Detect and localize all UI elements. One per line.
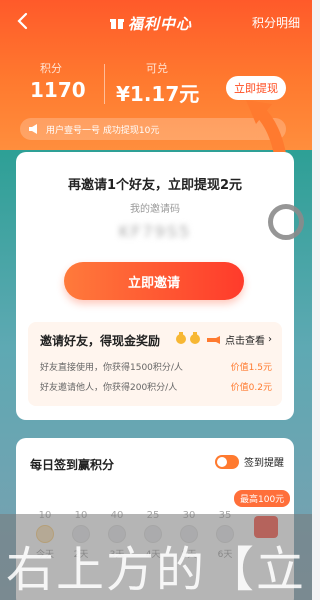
- checkin-title: 每日签到赢积分: [30, 458, 115, 472]
- reward-row: 好友直接使用，你获得1500积分/人 价值1.5元: [40, 360, 272, 373]
- redeemable-label: 可兑: [146, 62, 168, 75]
- max-reward-badge: 最高100元: [234, 490, 291, 507]
- reward-row: 好友邀请他人，你获得200积分/人 价值0.2元: [40, 380, 272, 393]
- stats-divider: [104, 64, 105, 104]
- pointing-hand-icon: [207, 335, 220, 344]
- video-caption: 右上方的【立: [6, 542, 307, 598]
- megaphone-icon: [29, 124, 37, 134]
- points-detail-link[interactable]: 积分明细: [252, 14, 300, 31]
- reminder-label: 签到提醒: [244, 458, 284, 469]
- reward-box: 邀请好友，得现金奖励 点击查看 › 好友直接使用，你获得1500积分/人 价值1…: [28, 322, 282, 406]
- invite-code-value: KF79S5: [118, 222, 192, 241]
- points-value: 1170: [30, 78, 86, 102]
- points-label: 积分: [40, 62, 62, 75]
- reward-row-value: 价值1.5元: [230, 363, 272, 373]
- floating-circle-button[interactable]: [268, 204, 304, 240]
- invite-button[interactable]: 立即邀请: [64, 262, 244, 300]
- invite-code-label: 我的邀请码: [130, 204, 180, 215]
- money-bag-icon: [190, 332, 200, 344]
- invite-card: 再邀请1个好友，立即提现2元 我的邀请码 KF79S5 立即邀请 邀请好友，得现…: [16, 152, 294, 420]
- view-details-label: 点击查看: [225, 336, 265, 347]
- reward-title: 邀请好友，得现金奖励: [40, 334, 161, 348]
- redeemable-value: ¥1.17元: [116, 82, 200, 106]
- reward-row-text: 好友直接使用，你获得1500积分/人: [40, 363, 183, 373]
- notice-text: 用户壹号一号 成功提现10元: [46, 125, 160, 136]
- reminder-toggle[interactable]: [215, 454, 239, 469]
- reward-row-value: 价值0.2元: [230, 383, 272, 393]
- title-group: 福利中心: [110, 12, 192, 34]
- view-details-link[interactable]: 点击查看 ›: [206, 332, 272, 347]
- checkin-reminder[interactable]: 签到提醒: [215, 454, 284, 469]
- invite-headline: 再邀请1个好友，立即提现2元: [67, 178, 243, 193]
- gift-box-icon: [110, 19, 124, 29]
- money-bag-icon: [176, 332, 186, 344]
- reward-row-text: 好友邀请他人，你获得200积分/人: [40, 383, 178, 393]
- chevron-right-icon: ›: [268, 334, 272, 345]
- back-button[interactable]: [12, 10, 34, 32]
- chevron-left-icon: [17, 12, 28, 30]
- page-title: 福利中心: [128, 14, 193, 33]
